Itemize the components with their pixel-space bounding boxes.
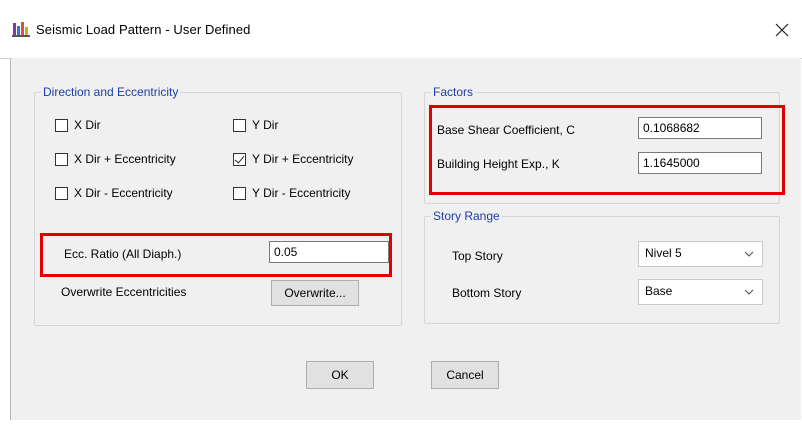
checkbox-box[interactable] — [233, 118, 246, 132]
story-range-group: Story Range Top Story Nivel 5 Bottom Sto… — [424, 209, 780, 324]
building-height-exp-input[interactable]: 1.1645000 — [638, 152, 762, 174]
factors-group: Factors Base Shear Coefficient, C 0.1068… — [424, 85, 780, 204]
direction-eccentricity-group: Direction and Eccentricity X Dir Y Dir X… — [34, 85, 402, 326]
chevron-down-icon — [744, 251, 754, 257]
building-height-exp-label: Building Height Exp., K — [437, 157, 560, 171]
checkbox-box[interactable] — [233, 186, 246, 200]
overwrite-button[interactable]: Overwrite... — [271, 280, 359, 306]
ecc-ratio-input[interactable]: 0.05 — [269, 241, 389, 263]
checkbox-box[interactable] — [55, 186, 68, 200]
checkbox-x-dir[interactable]: X Dir — [55, 118, 101, 132]
dialog-body: Direction and Eccentricity X Dir Y Dir X… — [10, 58, 801, 420]
checkbox-x-dir-minus-ecc[interactable]: X Dir - Eccentricity — [55, 186, 173, 200]
title-bar: Seismic Load Pattern - User Defined — [0, 0, 802, 59]
checkbox-box[interactable] — [55, 152, 68, 166]
app-icon — [12, 21, 30, 37]
ok-button[interactable]: OK — [306, 361, 374, 389]
top-story-value: Nivel 5 — [645, 246, 682, 260]
top-story-label: Top Story — [452, 249, 503, 263]
checkbox-box[interactable] — [55, 118, 68, 132]
checkbox-y-dir-minus-ecc[interactable]: Y Dir - Eccentricity — [233, 186, 350, 200]
base-shear-coefficient-input[interactable]: 0.1068682 — [638, 117, 762, 139]
checkbox-y-dir[interactable]: Y Dir — [233, 118, 278, 132]
checkbox-y-dir-plus-ecc[interactable]: Y Dir + Eccentricity — [233, 152, 353, 166]
top-story-dropdown[interactable]: Nivel 5 — [638, 241, 763, 267]
close-icon — [775, 23, 789, 37]
close-button[interactable] — [762, 12, 802, 48]
bottom-story-dropdown[interactable]: Base — [638, 279, 763, 305]
checkbox-box-checked[interactable] — [233, 152, 246, 166]
bottom-story-label: Bottom Story — [452, 286, 522, 300]
group-label-story-range: Story Range — [431, 209, 502, 223]
bottom-story-value: Base — [645, 284, 673, 298]
window-title: Seismic Load Pattern - User Defined — [36, 22, 251, 37]
checkbox-x-dir-plus-ecc[interactable]: X Dir + Eccentricity — [55, 152, 176, 166]
chevron-down-icon — [744, 289, 754, 295]
cancel-button[interactable]: Cancel — [431, 361, 499, 389]
check-icon — [234, 152, 245, 164]
group-label-direction: Direction and Eccentricity — [41, 85, 181, 99]
ecc-ratio-label: Ecc. Ratio (All Diaph.) — [64, 247, 182, 261]
group-label-factors: Factors — [431, 85, 476, 99]
overwrite-eccentricities-label: Overwrite Eccentricities — [61, 285, 187, 299]
base-shear-coefficient-label: Base Shear Coefficient, C — [437, 123, 575, 137]
